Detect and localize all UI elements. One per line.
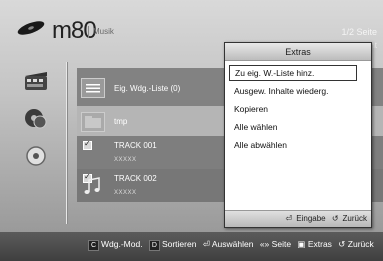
list-item-label: TRACK 001 [114,141,157,150]
disc-logo-icon [17,21,45,35]
extras-menu: Zu eig. W.-Liste hinz. Ausgew. Inhalte w… [229,65,365,155]
list-item-sublabel: XXXXX [114,157,137,163]
film-icon[interactable] [22,70,50,94]
sort-label[interactable]: Sortieren [162,239,197,249]
checkbox-icon[interactable] [83,139,92,150]
d-key-icon: D [148,240,160,251]
screen: { "header": { "brand": "m80", "section":… [0,0,383,261]
back-label[interactable]: Zurück [343,214,367,223]
back-icon: ↺ [338,239,346,249]
back-label[interactable]: Zurück [348,239,374,249]
playlist-icon [81,78,105,98]
dialog-title: Extras [285,47,311,57]
select-label[interactable]: Auswählen [212,239,254,249]
header-divider [88,26,89,38]
page-label[interactable]: Seite [272,239,291,249]
folder-icon [81,112,105,132]
extras-icon: ▣ [297,239,306,249]
menu-item-copy[interactable]: Kopieren [229,101,365,117]
menu-item-play-selected[interactable]: Ausgew. Inhalte wiederg. [229,83,365,99]
bottom-help-bar: C Wdg.-Mod. D Sortieren ⏎ Auswählen «» Sei… [0,232,383,261]
list-item-label: Eig. Wdg.-Liste (0) [114,84,181,93]
menu-item-deselect-all[interactable]: Alle abwählen [229,137,365,153]
disc-icon[interactable] [22,144,50,168]
enter-icon: ⏎ [285,214,293,223]
list-item-label: TRACK 002 [114,174,157,183]
page-indicator: 1/2 Seite [341,27,377,37]
menu-item-add-to-playlist[interactable]: Zu eig. W.-Liste hinz. [229,65,357,81]
music-icon[interactable] [22,106,50,130]
music-note-icon [84,177,100,194]
extras-label[interactable]: Extras [308,239,332,249]
sidebar-divider [66,62,67,224]
dialog-footer: ⏎ Eingabe ↺ Zurück [225,210,371,227]
brand-title: m80 [52,17,97,44]
back-icon: ↺ [331,214,339,223]
dialog-title-bar: Extras [225,43,371,61]
list-item-sublabel: XXXXX [114,190,137,196]
list-item-label: tmp [114,117,128,126]
page-arrows-icon: «» [259,239,270,249]
help-items: C Wdg.-Mod. D Sortieren ⏎ Auswählen «» Sei… [88,239,374,251]
enter-icon: ⏎ [202,239,210,249]
play-mode-label[interactable]: Wdg.-Mod. [101,239,143,249]
menu-item-select-all[interactable]: Alle wählen [229,119,365,135]
extras-dialog: Extras Zu eig. W.-Liste hinz. Ausgew. In… [224,42,372,228]
section-title: Musik [93,27,114,36]
c-key-icon: C [88,240,99,251]
enter-label[interactable]: Eingabe [296,214,325,223]
